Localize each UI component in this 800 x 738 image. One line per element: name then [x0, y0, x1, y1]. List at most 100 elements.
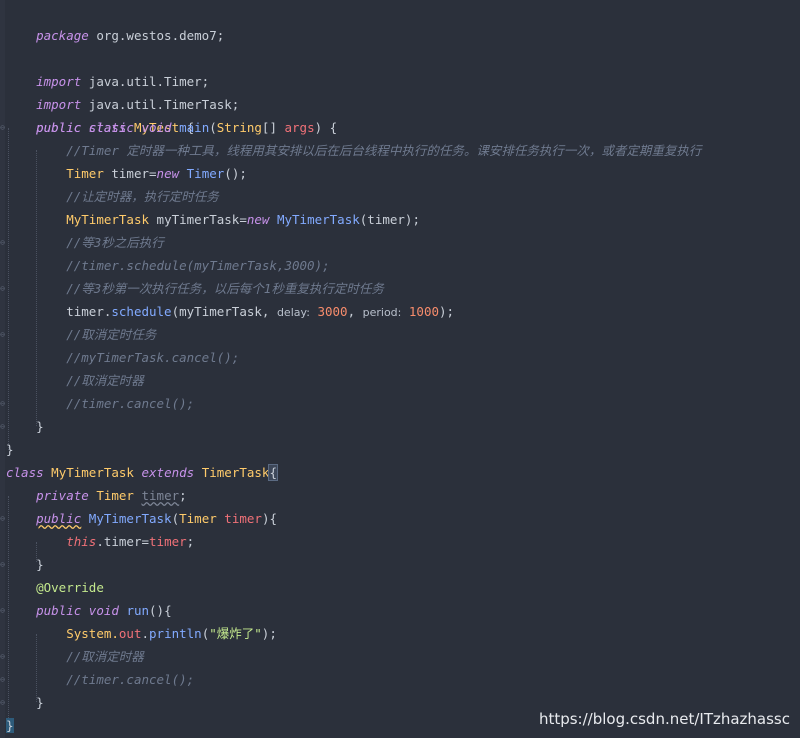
fold-icon[interactable]: ⊖	[0, 415, 5, 438]
fold-icon[interactable]: ⊖	[0, 668, 5, 691]
field-ref: out	[118, 626, 142, 641]
void-keyword: void	[88, 603, 119, 618]
this-keyword: this	[66, 534, 97, 549]
close-brace: }	[6, 442, 14, 457]
watermark: https://blog.csdn.net/ITzhazhassc	[538, 710, 790, 728]
dot: .	[141, 626, 150, 641]
code-line-26[interactable]: @Override	[6, 576, 104, 599]
param-name: timer	[149, 534, 187, 549]
code-line-28[interactable]: System.out.println("爆炸了");	[6, 622, 277, 645]
paren-brace: (){	[149, 603, 172, 618]
code-line-7[interactable]: //Timer 定时器一种工具，线程用其安排以后在后台线程中执行的任务。课安排任…	[6, 139, 701, 162]
close-brace: }	[36, 419, 44, 434]
code-line-5[interactable]: public class MyTest {	[6, 93, 194, 135]
code-line-22[interactable]: private Timer timer;	[6, 484, 187, 507]
code-line-15[interactable]: //取消定时任务	[6, 323, 156, 346]
private-keyword: private	[36, 488, 89, 503]
superclass-name: TimerTask	[201, 465, 270, 480]
constructor: MyTimerTask	[276, 212, 360, 227]
param-name: timer	[224, 511, 262, 526]
argument: (myTimerTask,	[171, 304, 277, 319]
string-literal: "爆炸了"	[209, 626, 262, 641]
code-line-30[interactable]: //timer.cancel();	[6, 668, 194, 691]
class-keyword: class	[6, 465, 44, 480]
code-line-13[interactable]: //等3秒第一次执行任务，以后每个1秒重复执行定时任务	[6, 277, 384, 300]
public-keyword: public	[36, 120, 82, 135]
field-ref: .timer=	[96, 534, 150, 549]
param-hint-period: period:	[362, 306, 402, 319]
fold-icon[interactable]: ⊖	[0, 507, 5, 530]
close-brace: }	[6, 718, 14, 733]
method-name: println	[149, 626, 202, 641]
fold-icon[interactable]: ⊖	[0, 645, 5, 668]
code-line-20[interactable]: }	[6, 438, 14, 461]
code-line-11[interactable]: //等3秒之后执行	[6, 231, 164, 254]
statement-end: ;	[179, 488, 187, 503]
code-line-27[interactable]: public void run(){	[6, 599, 172, 622]
extends-keyword: extends	[141, 465, 195, 480]
fold-icon[interactable]: ⊖	[0, 116, 5, 139]
fold-icon[interactable]: ⊖	[0, 599, 5, 622]
package-name: org.westos.demo7;	[88, 28, 225, 43]
statement-end: ;	[186, 534, 195, 549]
code-line-4[interactable]: import java.util.TimerTask;	[6, 70, 239, 112]
comment: //取消定时器	[66, 649, 144, 664]
close-brace: }	[36, 557, 44, 572]
statement-end: );	[261, 626, 277, 641]
statement-end: ();	[224, 166, 247, 181]
code-line-31[interactable]: }	[6, 691, 44, 714]
code-line-17[interactable]: //取消定时器	[6, 369, 144, 392]
constructor: Timer	[186, 166, 225, 181]
code-line-3[interactable]: import java.util.Timer;	[6, 47, 209, 89]
type-name: Timer	[179, 511, 217, 526]
open-brace: {	[268, 464, 278, 481]
fold-icon[interactable]: ⊖	[0, 691, 5, 714]
code-line-10[interactable]: MyTimerTask myTimerTask=new MyTimerTask(…	[6, 208, 420, 231]
paren-brace: ) {	[314, 120, 338, 135]
code-editor[interactable]: package org.westos.demo7; import java.ut…	[0, 0, 800, 738]
comment: //timer.cancel();	[66, 396, 195, 411]
comment: //取消定时任务	[66, 327, 157, 342]
variable: timer=	[103, 166, 157, 181]
public-keyword: public	[36, 511, 82, 526]
comment: //myTimerTask.cancel();	[66, 350, 240, 365]
code-line-8[interactable]: Timer timer=new Timer();	[6, 162, 247, 185]
code-line-12[interactable]: //timer.schedule(myTimerTask,3000);	[6, 254, 330, 277]
public-keyword: public	[36, 603, 82, 618]
fold-icon[interactable]: ⊖	[0, 277, 5, 300]
fold-icon[interactable]: ⊖	[0, 231, 5, 254]
fold-icon[interactable]: ⊖	[0, 392, 5, 415]
field-name: timer	[141, 488, 180, 503]
class-name: MyTimerTask	[51, 465, 134, 480]
code-line-14[interactable]: timer.schedule(myTimerTask, delay: 3000,…	[6, 300, 454, 323]
comment: //取消定时器	[66, 373, 144, 388]
code-line-18[interactable]: //timer.cancel();	[6, 392, 194, 415]
type-name: MyTimerTask	[66, 212, 150, 227]
paren: (	[171, 511, 180, 526]
code-line-1[interactable]: package org.westos.demo7;	[6, 1, 224, 43]
param-hint-delay: delay:	[276, 306, 310, 319]
paren: (	[209, 120, 217, 135]
code-line-6[interactable]: public static void main(String[] args) {	[6, 116, 337, 139]
type-name: String	[216, 120, 262, 135]
new-keyword: new	[246, 212, 270, 227]
array-brackets: []	[261, 120, 285, 135]
comment: //timer.schedule(myTimerTask,3000);	[66, 258, 330, 273]
fold-icon[interactable]: ⊖	[0, 553, 5, 576]
code-line-32[interactable]: }	[6, 714, 14, 737]
code-line-16[interactable]: //myTimerTask.cancel();	[6, 346, 239, 369]
code-line-21[interactable]: class MyTimerTask extends TimerTask{	[6, 461, 278, 484]
type-name: Timer	[66, 166, 104, 181]
comment: //等3秒之后执行	[66, 235, 164, 250]
code-line-19[interactable]: }	[6, 415, 44, 438]
code-line-9[interactable]: //让定时器，执行定时任务	[6, 185, 219, 208]
type-name: Timer	[96, 488, 134, 503]
annotation: @Override	[36, 580, 104, 595]
fold-icon[interactable]: ⊖	[0, 323, 5, 346]
code-line-25[interactable]: }	[6, 553, 44, 576]
code-line-24[interactable]: this.timer=timer;	[6, 530, 194, 553]
code-line-29[interactable]: //取消定时器	[6, 645, 144, 668]
statement-end: (timer);	[359, 212, 420, 227]
close-brace: }	[36, 695, 44, 710]
code-line-23[interactable]: public MyTimerTask(Timer timer){	[6, 507, 277, 530]
